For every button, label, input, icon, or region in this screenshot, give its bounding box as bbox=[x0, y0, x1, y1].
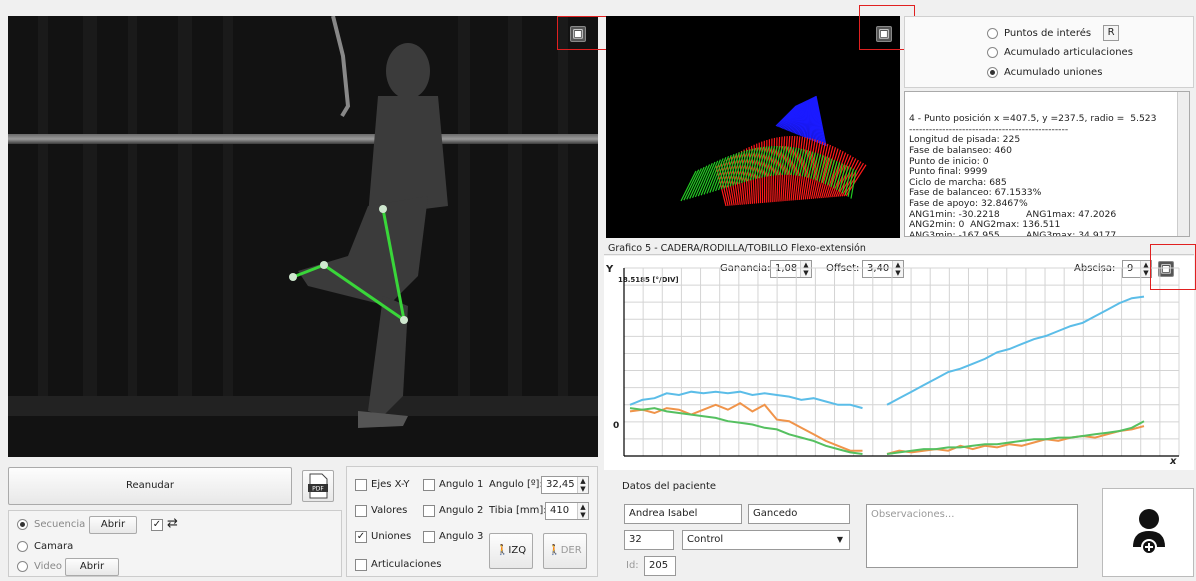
chart-area: Y 18.5185 [°/DIV] Ganancia: 1,08 ▲▼ Offs… bbox=[604, 256, 1194, 470]
info-text-box[interactable]: 4 - Punto posición x =407.5, y =237.5, r… bbox=[904, 91, 1190, 237]
radio-circle[interactable] bbox=[987, 47, 998, 58]
id-label: Id: bbox=[626, 560, 639, 571]
der-button[interactable]: 🚶DER bbox=[543, 533, 587, 569]
radio-label: Video bbox=[34, 561, 62, 572]
grupo-select[interactable]: Control ▼ bbox=[682, 530, 850, 550]
valores-checkbox[interactable] bbox=[355, 505, 367, 517]
chart-svg bbox=[604, 256, 1194, 470]
tibia-value: 410 bbox=[550, 505, 569, 516]
radio-label: Camara bbox=[34, 541, 73, 552]
angulo1-label: Angulo 1 bbox=[439, 479, 483, 490]
series-line-0 bbox=[887, 297, 1144, 405]
der-label: DER bbox=[561, 545, 582, 556]
joint-knee bbox=[400, 316, 408, 324]
articulaciones-checkbox[interactable] bbox=[355, 559, 367, 571]
apellido-input[interactable]: Gancedo bbox=[748, 504, 850, 524]
radio-camara[interactable]: Camara bbox=[17, 541, 73, 552]
reset-button[interactable]: R bbox=[1103, 25, 1119, 41]
3d-line bbox=[822, 158, 829, 183]
display-mode-panel: Puntos de interés R Acumulado articulaci… bbox=[904, 16, 1194, 88]
radio-video[interactable]: Video bbox=[17, 561, 62, 572]
series-line-2 bbox=[630, 408, 863, 454]
angulo3-checkbox[interactable] bbox=[423, 531, 435, 543]
izq-label: IZQ bbox=[508, 545, 526, 556]
walk-left-icon: 🚶 bbox=[496, 545, 508, 556]
angulo1-checkbox[interactable] bbox=[423, 479, 435, 491]
3d-line bbox=[808, 100, 809, 139]
radio-label: Secuencia bbox=[34, 519, 85, 530]
nombre-input[interactable]: Andrea Isabel bbox=[624, 504, 742, 524]
radio-puntos-interes[interactable]: Puntos de interés R bbox=[987, 25, 1119, 41]
radio-label: Acumulado articulaciones bbox=[1004, 47, 1133, 58]
radio-acumulado-articulaciones[interactable]: Acumulado articulaciones bbox=[987, 47, 1133, 58]
observaciones-textarea[interactable]: Observaciones... bbox=[866, 504, 1078, 568]
reanudar-button[interactable]: Reanudar bbox=[8, 467, 292, 505]
joint-toe bbox=[289, 273, 297, 281]
angulo-value: 32,45 bbox=[546, 479, 575, 490]
info-lines: 4 - Punto posición x =407.5, y =237.5, r… bbox=[909, 114, 1173, 237]
uniones-label: Uniones bbox=[371, 531, 411, 542]
joint-hip bbox=[379, 205, 387, 213]
pdf-icon: PDF bbox=[306, 473, 330, 499]
info-line: Fase de apoyo: 32.8467% bbox=[909, 199, 1173, 210]
grupo-value: Control bbox=[687, 534, 723, 545]
tibia-spinbox[interactable]: 410 ▲▼ bbox=[545, 502, 589, 520]
radio-acumulado-uniones[interactable]: Acumulado uniones bbox=[987, 67, 1102, 78]
series-line-0 bbox=[630, 392, 863, 408]
series-line-2 bbox=[887, 421, 1144, 454]
izq-button[interactable]: 🚶IZQ bbox=[489, 533, 533, 569]
id-input[interactable]: 205 bbox=[644, 556, 676, 576]
abrir-video-button[interactable]: Abrir bbox=[65, 558, 119, 576]
angulo2-checkbox[interactable] bbox=[423, 505, 435, 517]
highlight-box-chart bbox=[1150, 244, 1196, 290]
angulo-label: Angulo [º]: bbox=[489, 479, 543, 490]
3d-view-panel: ▣ bbox=[606, 16, 900, 238]
radio-label: Puntos de interés bbox=[1004, 28, 1091, 39]
overlay-options-group: Ejes X-Y Valores ✓ Uniones Articulacione… bbox=[346, 466, 598, 577]
radio-circle[interactable] bbox=[17, 519, 28, 530]
uniones-checkbox[interactable]: ✓ bbox=[355, 531, 367, 543]
3d-plot bbox=[606, 16, 900, 238]
ejes-checkbox[interactable] bbox=[355, 479, 367, 491]
loop-icon: ⇄ bbox=[167, 516, 178, 531]
video-frame bbox=[8, 16, 598, 457]
articulaciones-label: Articulaciones bbox=[371, 559, 442, 570]
patient-panel: Datos del paciente Andrea Isabel Gancedo… bbox=[604, 476, 1092, 577]
chart-title: Grafico 5 - CADERA/RODILLA/TOBILLO Flexo… bbox=[604, 241, 1194, 255]
radio-circle[interactable] bbox=[17, 541, 28, 552]
angulo3-label: Angulo 3 bbox=[439, 531, 483, 542]
add-patient-button[interactable] bbox=[1102, 488, 1194, 577]
spin-arrows-icon[interactable]: ▲▼ bbox=[577, 503, 588, 519]
joint-ankle bbox=[320, 261, 328, 269]
radio-secuencia[interactable]: Secuencia bbox=[17, 519, 85, 530]
ejes-label: Ejes X-Y bbox=[371, 479, 410, 490]
highlight-box-video bbox=[557, 16, 612, 50]
source-group: Secuencia Abrir ✓ ⇄ Camara Video Abrir bbox=[8, 510, 342, 577]
info-scrollbar[interactable] bbox=[1177, 92, 1189, 236]
handrail bbox=[8, 134, 598, 144]
radio-circle[interactable] bbox=[987, 67, 998, 78]
angulo-spinbox[interactable]: 32,45 ▲▼ bbox=[541, 476, 589, 494]
abrir-secuencia-button[interactable]: Abrir bbox=[89, 516, 137, 534]
spin-arrows-icon[interactable]: ▲▼ bbox=[577, 477, 588, 493]
radio-circle[interactable] bbox=[987, 28, 998, 39]
pdf-button[interactable]: PDF bbox=[302, 470, 334, 502]
info-line: Fase de balanseo: 460 bbox=[909, 146, 1173, 157]
walk-right-icon: 🚶 bbox=[548, 545, 560, 556]
radio-circle[interactable] bbox=[17, 561, 28, 572]
angulo2-label: Angulo 2 bbox=[439, 505, 483, 516]
info-line: ANG3min: -167.955 ANG3max: 34.9177 bbox=[909, 231, 1173, 237]
valores-label: Valores bbox=[371, 505, 407, 516]
add-user-icon bbox=[1103, 489, 1195, 578]
patient-title: Datos del paciente bbox=[622, 481, 716, 492]
radio-label: Acumulado uniones bbox=[1004, 67, 1102, 78]
svg-text:PDF: PDF bbox=[312, 486, 324, 493]
tibia-label: Tibia [mm]: bbox=[489, 505, 547, 516]
video-panel: ▣ bbox=[8, 16, 598, 457]
chevron-down-icon: ▼ bbox=[837, 531, 843, 549]
edad-input[interactable]: 32 bbox=[624, 530, 674, 550]
loop-checkbox[interactable]: ✓ bbox=[151, 519, 163, 531]
